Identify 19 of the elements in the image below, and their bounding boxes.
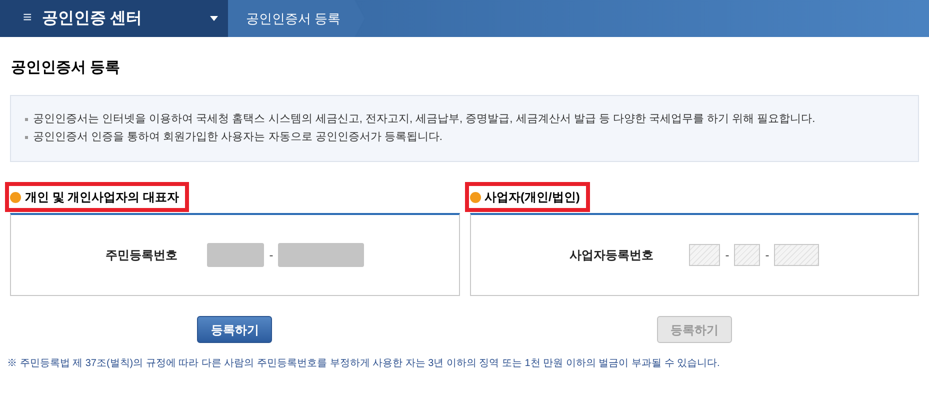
- section-heading: 개인 및 개인사업자의 대표자: [5, 182, 190, 212]
- page-title: 공인인증서 등록: [10, 58, 122, 78]
- bullet-icon: [25, 136, 28, 139]
- center-menu[interactable]: ≡ 공인인증 센터: [0, 0, 228, 37]
- breadcrumb-item[interactable]: 공인인증서 등록: [228, 0, 365, 37]
- dropdown-icon[interactable]: [210, 16, 218, 21]
- section-heading: 사업자(개인/법인): [464, 182, 590, 212]
- menu-icon[interactable]: ≡: [23, 7, 32, 30]
- dash: -: [765, 247, 770, 264]
- dash: -: [725, 247, 730, 264]
- center-title: 공인인증 센터: [42, 8, 142, 28]
- bullet-icon: [25, 118, 28, 121]
- register-button[interactable]: 등록하기: [197, 316, 272, 343]
- field-label: 주민등록번호: [105, 247, 178, 264]
- footnote: ※ 주민등록법 제 37조(벌칙)의 규정에 따라 다른 사람의 주민등록번호를 부정하게 사용한 자는 3년 이하의 징역 또는 1천 만원 이하의 벌금이 부과될 수 있습니다.: [6, 357, 721, 371]
- notice-text: 공인인증서는 인터넷을 이용하여 국세청 홈택스 시스템의 세금신고, 전자고지, 세금납부, 증명발급, 세금계산서 발급 등 다양한 국세업무를 하기 위해 필요합니다.: [33, 112, 816, 127]
- field-label: 사업자등록번호: [569, 247, 654, 264]
- notice-text: 공인인증서 인증을 통하여 회원가입한 사용자는 자동으로 공인인증서가 등록됩니다.: [33, 130, 442, 145]
- dash: -: [269, 247, 274, 264]
